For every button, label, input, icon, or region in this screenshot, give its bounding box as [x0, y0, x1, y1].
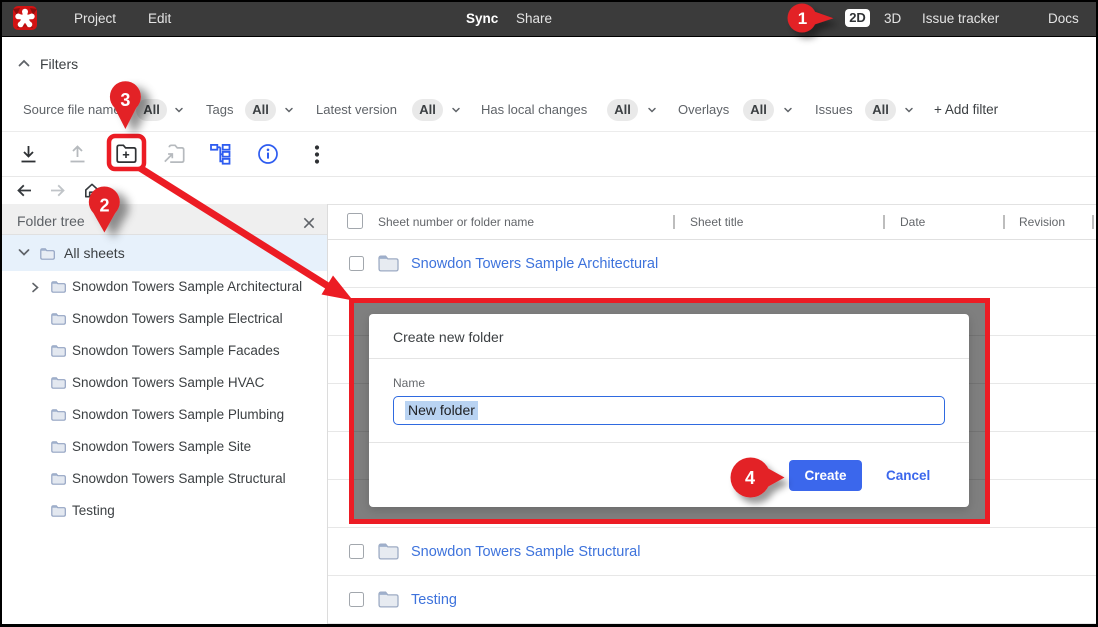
svg-text:3: 3	[120, 90, 130, 110]
svg-text:2: 2	[99, 195, 109, 215]
svg-text:4: 4	[745, 468, 755, 488]
svg-text:1: 1	[798, 9, 807, 28]
